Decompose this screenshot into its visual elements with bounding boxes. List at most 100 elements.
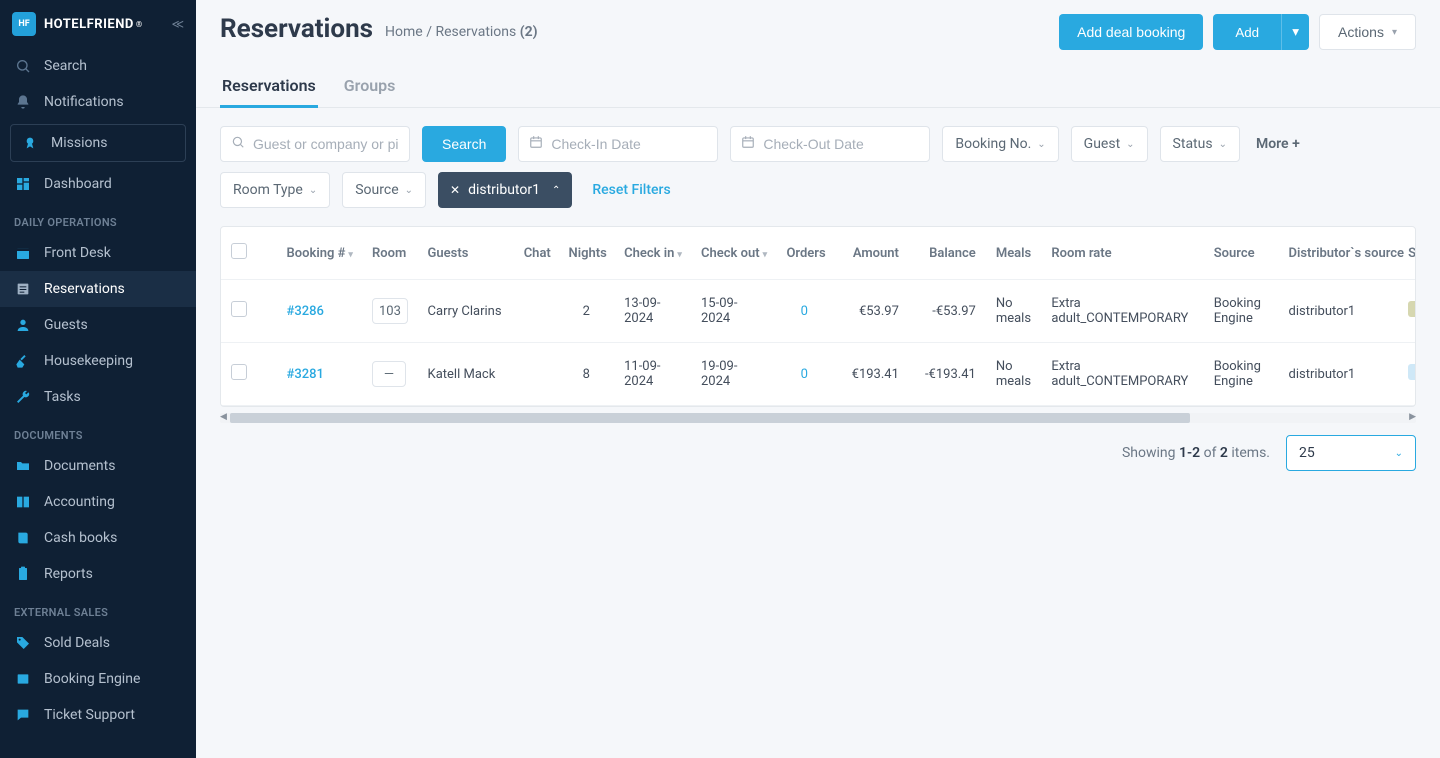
add-dropdown-caret[interactable]: ▾ [1281, 14, 1309, 50]
filter-room-type[interactable]: Room Type⌄ [220, 172, 330, 208]
row-checkbox[interactable] [231, 301, 247, 317]
medal-icon [21, 134, 39, 152]
wrench-icon [14, 388, 32, 406]
col-meals[interactable]: Meals [986, 227, 1042, 280]
filter-guest[interactable]: Guest⌄ [1071, 126, 1148, 162]
search-input[interactable] [253, 136, 399, 152]
crumb-home[interactable]: Home [385, 24, 423, 40]
tab-groups[interactable]: Groups [342, 66, 398, 108]
nav-label: Sold Deals [44, 635, 110, 651]
col-room[interactable]: Room [362, 227, 418, 280]
col-guests[interactable]: Guests [418, 227, 514, 280]
chevron-down-icon: ⌄ [1219, 139, 1227, 150]
orders-link[interactable]: 0 [801, 367, 808, 382]
breadcrumb: Home / Reservations (2) [385, 24, 538, 40]
nights: 8 [559, 343, 615, 406]
scroll-right-icon[interactable]: ▶ [1409, 412, 1416, 422]
col-checkin[interactable]: Check in▾ [614, 227, 691, 280]
sidebar-item-notifications[interactable]: Notifications [0, 84, 196, 120]
sidebar-item-reports[interactable]: Reports [0, 556, 196, 592]
distributor-source: distributor1 [1279, 280, 1399, 343]
sidebar-item-missions[interactable]: Missions [10, 124, 186, 162]
page-size-select[interactable]: 25 ⌄ [1286, 435, 1416, 471]
tab-reservations[interactable]: Reservations [220, 66, 318, 108]
col-amount[interactable]: Amount [832, 227, 909, 280]
room-rate: Extra adult_CONTEMPORARY [1041, 280, 1203, 343]
sort-icon: ▾ [763, 250, 768, 260]
sidebar-item-front-desk[interactable]: Front Desk [0, 235, 196, 271]
clipboard-icon [14, 565, 32, 583]
add-button[interactable]: Add [1213, 14, 1281, 50]
source: Booking Engine [1204, 343, 1279, 406]
search-button[interactable]: Search [422, 126, 506, 162]
chevron-up-icon: ⌃ [552, 185, 560, 196]
sidebar-item-sold-deals[interactable]: Sold Deals [0, 625, 196, 661]
booking-link[interactable]: #3281 [287, 367, 324, 382]
table-row[interactable]: #3281—Katell Mack811-09-202419-09-20240€… [221, 343, 1416, 406]
checkin-field[interactable] [518, 126, 718, 162]
book-icon [14, 529, 32, 547]
nav-label: Housekeeping [44, 353, 133, 369]
col-nights[interactable]: Nights [559, 227, 615, 280]
sidebar-item-reservations[interactable]: Reservations [0, 271, 196, 307]
search-field[interactable] [220, 126, 410, 162]
sidebar-item-search[interactable]: Search [0, 48, 196, 84]
sidebar-item-ticket-support[interactable]: Ticket Support [0, 697, 196, 733]
checkout-input[interactable] [763, 136, 919, 152]
filter-booking-no[interactable]: Booking No.⌄ [942, 126, 1058, 162]
row-checkbox[interactable] [231, 364, 247, 380]
active-filter-chip[interactable]: ✕ distributor1 ⌃ [438, 172, 572, 208]
col-checkout[interactable]: Check out▾ [691, 227, 776, 280]
bell-icon [14, 93, 32, 111]
sidebar-item-booking-engine[interactable]: Booking Engine [0, 661, 196, 697]
nav-section-daily: DAILY OPERATIONS [0, 202, 196, 235]
checkout-field[interactable] [730, 126, 930, 162]
col-booking[interactable]: Booking #▾ [277, 227, 362, 280]
col-source[interactable]: Source [1204, 227, 1279, 280]
room-rate: Extra adult_CONTEMPORARY [1041, 343, 1203, 406]
sidebar-item-dashboard[interactable]: Dashboard [0, 166, 196, 202]
close-icon[interactable]: ✕ [450, 183, 460, 197]
showing-text: Showing 1-2 of 2 items. [1122, 445, 1270, 461]
collapse-sidebar-icon[interactable]: ≪ [171, 17, 184, 31]
chevron-down-icon: ⌄ [1126, 139, 1134, 150]
filter-source[interactable]: Source⌄ [342, 172, 426, 208]
nav-label: Reports [44, 566, 93, 582]
col-chat[interactable]: Chat [514, 227, 559, 280]
actions-button[interactable]: Actions▾ [1319, 14, 1416, 50]
table-row[interactable]: #3286103Carry Clarins213-09-202415-09-20… [221, 280, 1416, 343]
chevron-down-icon: ⌄ [1395, 448, 1403, 459]
sidebar-item-accounting[interactable]: Accounting [0, 484, 196, 520]
orders-link[interactable]: 0 [801, 304, 808, 319]
nav-label: Search [44, 58, 87, 74]
checkin-input[interactable] [551, 136, 707, 152]
check-out: 15-09-2024 [691, 280, 776, 343]
amount: €53.97 [832, 280, 909, 343]
sidebar-item-cash-books[interactable]: Cash books [0, 520, 196, 556]
sidebar-item-housekeeping[interactable]: Housekeeping [0, 343, 196, 379]
reset-filters-link[interactable]: Reset Filters [592, 182, 670, 198]
col-orders[interactable]: Orders [776, 227, 832, 280]
col-rate[interactable]: Room rate [1041, 227, 1203, 280]
col-dist-source[interactable]: Distributor`s source [1279, 227, 1399, 280]
more-filters[interactable]: More + [1256, 136, 1300, 152]
sidebar-item-tasks[interactable]: Tasks [0, 379, 196, 415]
logo[interactable]: HOTELFRIEND ® ≪ [0, 0, 196, 48]
chevron-down-icon: ⌄ [405, 185, 413, 196]
horizontal-scrollbar[interactable]: ◀ ▶ [220, 413, 1416, 423]
status-badge [1408, 301, 1416, 317]
col-balance[interactable]: Balance [909, 227, 986, 280]
sidebar-item-documents[interactable]: Documents [0, 448, 196, 484]
crumb-count: (2) [520, 24, 538, 40]
balance: -€193.41 [909, 343, 986, 406]
scrollbar-thumb[interactable] [230, 413, 1190, 423]
select-all-checkbox[interactable] [231, 243, 247, 259]
booking-link[interactable]: #3286 [287, 304, 324, 319]
sidebar-item-guests[interactable]: Guests [0, 307, 196, 343]
room-badge: 103 [372, 298, 408, 324]
scroll-left-icon[interactable]: ◀ [220, 412, 227, 422]
add-deal-booking-button[interactable]: Add deal booking [1059, 14, 1203, 50]
amount: €193.41 [832, 343, 909, 406]
filter-status[interactable]: Status⌄ [1160, 126, 1240, 162]
calendar-icon [529, 135, 543, 153]
